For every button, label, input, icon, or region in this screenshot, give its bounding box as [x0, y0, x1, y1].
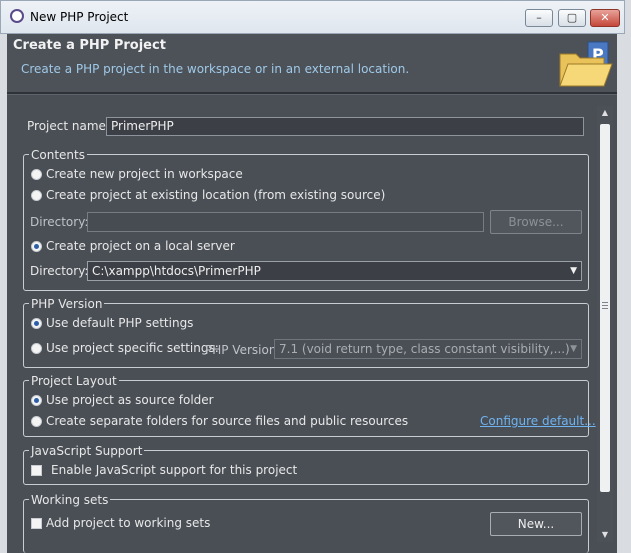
- new-working-set-button[interactable]: New...: [490, 512, 582, 536]
- javascript-support-group-title: JavaScript Support: [29, 444, 145, 458]
- php-version-value: 7.1 (void return type, class constant vi…: [279, 342, 570, 356]
- directory-label: Directory:: [30, 215, 89, 229]
- add-to-working-sets-checkbox[interactable]: [31, 518, 42, 529]
- project-layout-group-title: Project Layout: [29, 374, 119, 388]
- page-title: Create a PHP Project: [13, 38, 166, 53]
- wizard-header: Create a PHP Project Create a PHP projec…: [7, 34, 617, 92]
- project-name-label: Project name:: [27, 119, 110, 133]
- separate-folders-label[interactable]: Create separate folders for source files…: [46, 414, 408, 428]
- server-directory-label: Directory:: [30, 264, 89, 278]
- specific-settings-label[interactable]: Use project specific settings:: [46, 341, 219, 355]
- php-version-group-title: PHP Version: [29, 297, 105, 311]
- source-folder-label[interactable]: Use project as source folder: [46, 393, 214, 407]
- scroll-up-arrow-icon[interactable]: ▲: [597, 106, 613, 120]
- chevron-down-icon: ▼: [570, 266, 577, 276]
- create-new-project-label[interactable]: Create new project in workspace: [46, 167, 243, 181]
- close-button[interactable]: ✕: [590, 9, 620, 27]
- default-php-settings-radio[interactable]: [31, 318, 42, 329]
- header-separator-highlight: [7, 94, 617, 95]
- local-server-label[interactable]: Create project on a local server: [46, 239, 235, 253]
- page-description: Create a PHP project in the workspace or…: [21, 62, 410, 76]
- default-php-settings-label[interactable]: Use default PHP settings: [46, 316, 193, 330]
- server-directory-dropdown[interactable]: C:\xampp\htdocs\PrimerPHP ▼: [87, 261, 582, 281]
- scrollbar-thumb[interactable]: [600, 124, 610, 492]
- enable-javascript-checkbox[interactable]: [31, 465, 42, 476]
- chevron-down-icon: ▼: [570, 344, 577, 354]
- directory-input[interactable]: [87, 212, 484, 232]
- scrollbar-grip-icon: [602, 302, 608, 310]
- maximize-button[interactable]: ▢: [558, 9, 586, 27]
- working-sets-group-title: Working sets: [29, 493, 111, 507]
- existing-location-radio[interactable]: [31, 190, 42, 201]
- scroll-down-arrow-icon[interactable]: ▼: [597, 528, 613, 542]
- vertical-scrollbar[interactable]: ▲ ▼: [597, 106, 613, 542]
- title-bar: New PHP Project – ▢ ✕: [0, 0, 625, 34]
- window-title: New PHP Project: [30, 10, 129, 24]
- project-name-input[interactable]: PrimerPHP: [106, 117, 584, 136]
- create-new-project-radio[interactable]: [31, 169, 42, 180]
- specific-settings-radio[interactable]: [31, 343, 42, 354]
- separate-folders-radio[interactable]: [31, 416, 42, 427]
- eclipse-app-icon: [10, 9, 24, 23]
- browse-button[interactable]: Browse...: [490, 210, 582, 234]
- enable-javascript-label[interactable]: Enable JavaScript support for this proje…: [51, 463, 297, 477]
- new-php-project-dialog: Create a PHP Project Create a PHP projec…: [7, 34, 617, 553]
- contents-group-title: Contents: [29, 148, 87, 162]
- php-version-dropdown[interactable]: 7.1 (void return type, class constant vi…: [274, 339, 582, 359]
- wizard-content: Project name: PrimerPHP Contents Create …: [7, 106, 596, 553]
- project-layout-group: [23, 380, 589, 437]
- local-server-radio[interactable]: [31, 241, 42, 252]
- configure-default-link[interactable]: Configure default...: [480, 414, 596, 428]
- existing-location-label[interactable]: Create project at existing location (fro…: [46, 188, 385, 202]
- server-directory-value: C:\xampp\htdocs\PrimerPHP: [92, 264, 261, 278]
- source-folder-radio[interactable]: [31, 395, 42, 406]
- php-version-label: PHP Version:: [205, 343, 281, 357]
- minimize-button[interactable]: –: [525, 9, 553, 27]
- php-folder-icon: P: [559, 41, 613, 87]
- add-to-working-sets-label[interactable]: Add project to working sets: [46, 516, 210, 530]
